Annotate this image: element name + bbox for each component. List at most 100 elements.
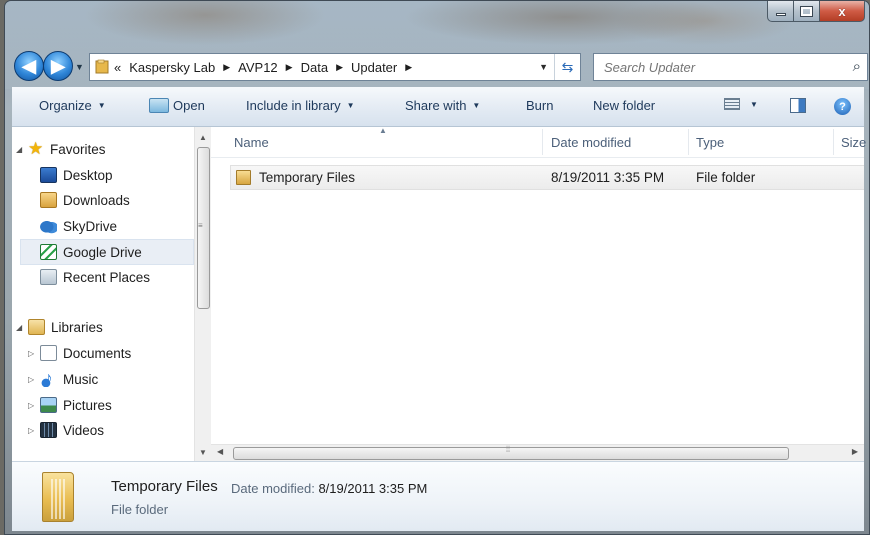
sidebar-item-google-drive[interactable]: Google Drive — [20, 239, 194, 265]
organize-label: Organize — [39, 98, 92, 113]
sidebar-item-label: SkyDrive — [63, 218, 118, 234]
breadcrumb-arrow-icon[interactable]: ▶ — [223, 62, 230, 73]
collapsed-arrow-icon[interactable]: ▷ — [28, 401, 40, 410]
back-button[interactable]: ◀ — [14, 51, 44, 81]
preview-pane-button[interactable] — [790, 98, 806, 113]
command-bar: Organize ▼ Open Include in library ▼ Share… — [12, 87, 864, 127]
breadcrumb-data[interactable]: Data — [301, 60, 328, 75]
maximize-button[interactable] — [794, 1, 820, 22]
expand-arrow-icon[interactable]: ◢ — [16, 323, 28, 332]
sidebar-group-libraries[interactable]: ◢ Libraries — [16, 319, 103, 335]
share-with-button[interactable]: Share with ▼ — [405, 98, 480, 113]
forward-button[interactable]: ▶ — [43, 51, 73, 81]
refresh-button[interactable]: ⇆ — [554, 54, 580, 80]
column-header-type[interactable]: Type — [696, 135, 724, 150]
minimize-button[interactable] — [767, 1, 794, 22]
column-divider[interactable] — [833, 129, 834, 155]
details-date-label: Date modified: — [231, 481, 315, 496]
burn-button[interactable]: Burn — [526, 98, 553, 113]
column-divider[interactable] — [542, 129, 543, 155]
organize-button[interactable]: Organize ▼ — [39, 98, 106, 113]
close-button[interactable]: x — [820, 1, 865, 22]
open-button[interactable]: Open — [149, 98, 205, 113]
sidebar-item-music[interactable]: ▷ ♪ Music — [28, 371, 98, 387]
chevron-down-icon: ▼ — [750, 99, 758, 109]
sidebar-item-documents[interactable]: ▷ Documents — [28, 345, 131, 361]
open-folder-icon — [149, 98, 169, 113]
folder-icon — [236, 170, 251, 185]
navigation-bar: ◀ ▶ ▼ « Kaspersky Lab ▶ AVP12 ▶ Data ▶ U… — [5, 48, 869, 86]
sidebar-group-label: Favorites — [50, 141, 106, 157]
details-date-modified: Date modified: 8/19/2011 3:35 PM — [231, 481, 427, 496]
sidebar-item-label: Downloads — [63, 192, 130, 208]
preview-pane-icon — [790, 98, 806, 113]
navigation-pane-scrollbar[interactable]: ▲ ≡ ▼ — [194, 127, 211, 461]
sidebar-item-label: Desktop — [63, 167, 113, 183]
search-icon[interactable]: ⌕ — [853, 58, 861, 75]
forward-arrow-icon: ▶ — [51, 55, 65, 76]
chevron-down-icon: ▼ — [346, 101, 355, 110]
collapsed-arrow-icon[interactable]: ▷ — [28, 426, 40, 435]
file-row[interactable]: Temporary Files 8/19/2011 3:35 PM File f… — [230, 165, 864, 190]
scrollbar-grip-icon: ≡ — [198, 221, 203, 230]
address-dropdown-icon[interactable]: ▼ — [539, 62, 548, 72]
open-label: Open — [173, 98, 205, 113]
sidebar-item-label: Pictures — [63, 397, 112, 413]
file-list-pane: Name ▲ Date modified Type Size Temporary… — [211, 126, 866, 461]
address-bar[interactable]: « Kaspersky Lab ▶ AVP12 ▶ Data ▶ Updater… — [89, 53, 581, 81]
view-options-icon — [724, 98, 740, 110]
details-item-name: Temporary Files — [111, 478, 218, 495]
help-icon: ? — [834, 98, 851, 115]
collapsed-arrow-icon[interactable]: ▷ — [28, 349, 40, 358]
sidebar-item-label: Documents — [63, 345, 132, 361]
scrollbar-thumb[interactable] — [233, 447, 789, 460]
search-input-placeholder: Search Updater — [604, 59, 696, 75]
column-header-date-modified[interactable]: Date modified — [551, 135, 631, 150]
recent-pages-dropdown-icon[interactable]: ▼ — [75, 62, 84, 72]
navigation-pane: ◢ ★ Favorites Desktop Downloads SkyDrive… — [12, 127, 211, 461]
file-type: File folder — [696, 170, 756, 185]
column-headers: Name ▲ Date modified Type Size — [211, 126, 866, 158]
downloads-folder-icon — [40, 192, 57, 208]
sidebar-item-downloads[interactable]: Downloads — [40, 192, 130, 208]
pictures-icon — [40, 397, 57, 413]
sidebar-group-favorites[interactable]: ◢ ★ Favorites — [16, 140, 106, 157]
help-button[interactable]: ? — [834, 98, 851, 115]
caption-buttons: x — [767, 1, 865, 22]
address-overflow[interactable]: « — [114, 60, 121, 75]
sidebar-item-desktop[interactable]: Desktop — [40, 167, 113, 183]
sidebar-item-recent-places[interactable]: Recent Places — [40, 269, 150, 285]
column-divider[interactable] — [688, 129, 689, 155]
file-date-modified: 8/19/2011 3:35 PM — [551, 170, 665, 185]
share-with-label: Share with — [405, 98, 467, 113]
expand-arrow-icon[interactable]: ◢ — [16, 145, 28, 154]
breadcrumb-arrow-icon[interactable]: ▶ — [286, 62, 293, 73]
breadcrumb-arrow-icon[interactable]: ▶ — [405, 62, 412, 73]
breadcrumb-arrow-icon[interactable]: ▶ — [336, 62, 343, 73]
sidebar-item-skydrive[interactable]: SkyDrive — [40, 218, 117, 234]
column-header-size[interactable]: Size — [841, 135, 866, 150]
include-in-library-button[interactable]: Include in library ▼ — [246, 98, 355, 113]
sidebar-item-pictures[interactable]: ▷ Pictures — [28, 397, 112, 413]
search-box[interactable]: Search Updater ⌕ — [593, 53, 868, 81]
sidebar-group-label: Libraries — [51, 319, 103, 335]
scroll-right-icon[interactable]: ▶ — [852, 447, 858, 456]
sidebar-item-videos[interactable]: ▷ Videos — [28, 422, 104, 438]
new-folder-button[interactable]: New folder — [593, 98, 655, 113]
file-list-horizontal-scrollbar[interactable]: ◀ ⦙⦙ ▶ — [211, 444, 864, 461]
sidebar-item-label: Google Drive — [63, 244, 142, 260]
collapsed-arrow-icon[interactable]: ▷ — [28, 375, 40, 384]
scroll-left-icon[interactable]: ◀ — [217, 447, 223, 456]
libraries-icon — [28, 319, 45, 335]
scroll-up-icon[interactable]: ▲ — [199, 133, 207, 142]
breadcrumb-kaspersky-lab[interactable]: Kaspersky Lab — [129, 60, 215, 75]
google-drive-icon — [40, 244, 57, 260]
column-header-name[interactable]: Name — [234, 135, 269, 150]
recent-places-icon — [40, 269, 57, 285]
breadcrumb-avp12[interactable]: AVP12 — [238, 60, 278, 75]
include-in-library-label: Include in library — [246, 98, 341, 113]
change-view-button[interactable]: ▼ — [724, 98, 758, 110]
close-icon: x — [838, 3, 846, 19]
scroll-down-icon[interactable]: ▼ — [199, 448, 207, 457]
breadcrumb-updater[interactable]: Updater — [351, 60, 397, 75]
